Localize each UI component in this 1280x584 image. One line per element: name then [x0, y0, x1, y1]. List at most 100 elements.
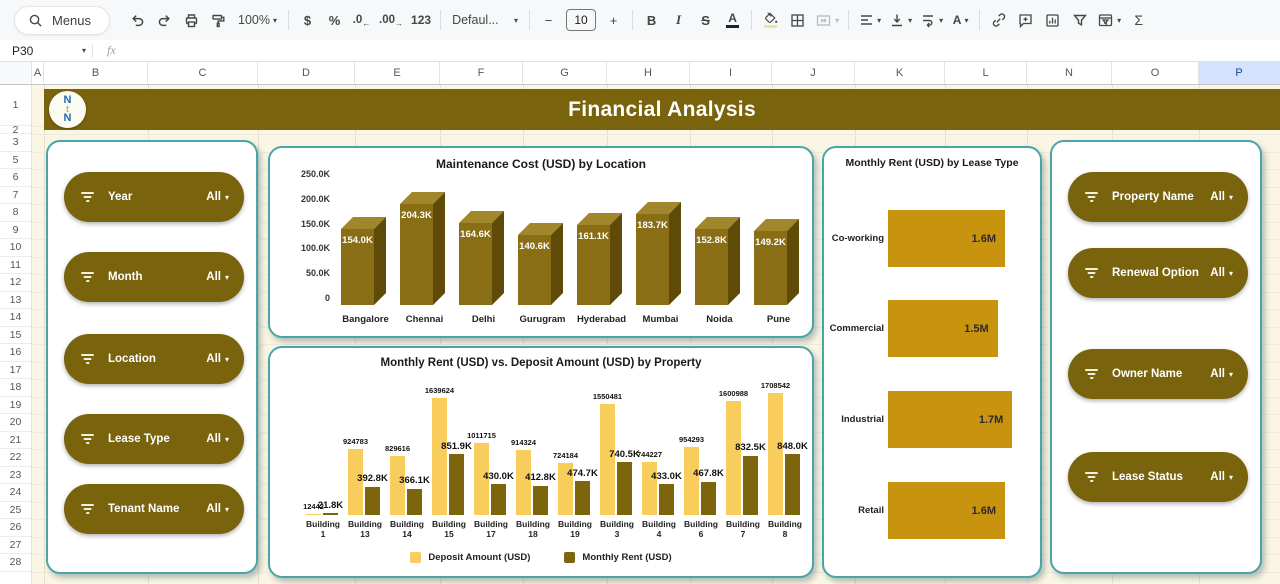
deposit-value-label: 914324 [500, 438, 548, 447]
filter-button-renewal-option[interactable]: Renewal OptionAll▾ [1068, 248, 1248, 298]
row-header-16[interactable]: 16 [0, 344, 31, 362]
align-left-icon [858, 12, 874, 28]
maintenance-cost-chart[interactable]: Maintenance Cost (USD) by Location 250.0… [268, 146, 814, 338]
legend-label: Deposit Amount (USD) [428, 552, 530, 563]
row-header-1[interactable]: 1 [0, 85, 31, 126]
row-header-22[interactable]: 22 [0, 449, 31, 467]
bar-value-label: 1.6M [972, 233, 996, 245]
column-header-g[interactable]: G [523, 62, 607, 84]
row-header-7[interactable]: 7 [0, 187, 31, 205]
increase-decimal-button[interactable]: .00→ [375, 7, 407, 34]
undo-button[interactable] [124, 7, 151, 34]
row-header-27[interactable]: 27 [0, 537, 31, 555]
column-header-f[interactable]: F [440, 62, 523, 84]
filter-button-tenant-name[interactable]: Tenant NameAll▾ [64, 484, 244, 534]
strikethrough-button[interactable]: S [692, 7, 719, 34]
caret-down-icon: ▾ [939, 16, 943, 25]
font-family-selector[interactable]: Defaul...▾ [446, 7, 524, 34]
filter-button-lease-type[interactable]: Lease TypeAll▾ [64, 414, 244, 464]
x-axis-label: Chennai [395, 314, 454, 325]
vertical-align-button[interactable]: ▾ [885, 7, 916, 34]
increase-font-size-button[interactable]: + [600, 7, 627, 34]
menus-search[interactable]: Menus [14, 6, 110, 35]
row-header-14[interactable]: 14 [0, 309, 31, 327]
row-header-3[interactable]: 3 [0, 134, 31, 152]
row-header-13[interactable]: 13 [0, 292, 31, 310]
column-header-l[interactable]: L [945, 62, 1027, 84]
row-header-9[interactable]: 9 [0, 222, 31, 240]
column-header-c[interactable]: C [148, 62, 258, 84]
decrease-decimal-button[interactable]: .0← [348, 7, 375, 34]
paint-format-button[interactable] [205, 7, 232, 34]
decrease-font-size-button[interactable]: − [535, 7, 562, 34]
column-header-e[interactable]: E [355, 62, 440, 84]
column-header-n[interactable]: N [1027, 62, 1112, 84]
format-currency-button[interactable]: $ [294, 7, 321, 34]
fill-color-button[interactable] [757, 7, 784, 34]
merge-cells-button[interactable]: ▾ [811, 7, 843, 34]
filter-views-button[interactable]: ▾ [1093, 7, 1125, 34]
column-header-k[interactable]: K [855, 62, 945, 84]
text-wrap-button[interactable]: ▾ [916, 7, 947, 34]
insert-chart-button[interactable] [1039, 7, 1066, 34]
row-header-21[interactable]: 21 [0, 432, 31, 450]
font-size-input[interactable]: 10 [566, 9, 596, 31]
row-header-2[interactable]: 2 [0, 126, 31, 134]
x-axis-label: Gurugram [513, 314, 572, 325]
column-header-b[interactable]: B [44, 62, 148, 84]
italic-button[interactable]: I [665, 7, 692, 34]
column-header-a[interactable]: A [32, 62, 44, 84]
row-header-24[interactable]: 24 [0, 484, 31, 502]
filter-button-location[interactable]: LocationAll▾ [64, 334, 244, 384]
filter-button-month[interactable]: MonthAll▾ [64, 252, 244, 302]
column-header-j[interactable]: J [772, 62, 855, 84]
bold-button[interactable]: B [638, 7, 665, 34]
borders-button[interactable] [784, 7, 811, 34]
row-header-25[interactable]: 25 [0, 502, 31, 520]
row-header-10[interactable]: 10 [0, 239, 31, 257]
row-header-26[interactable]: 26 [0, 519, 31, 537]
row-header-18[interactable]: 18 [0, 379, 31, 397]
name-box[interactable]: P30 ▾ [0, 44, 92, 58]
paint-format-icon [210, 12, 227, 29]
row-header-6[interactable]: 6 [0, 169, 31, 187]
format-percent-button[interactable]: % [321, 7, 348, 34]
row-header-11[interactable]: 11 [0, 257, 31, 275]
row-header-28[interactable]: 28 [0, 554, 31, 572]
filter-button-property-name[interactable]: Property NameAll▾ [1068, 172, 1248, 222]
row-header-15[interactable]: 15 [0, 327, 31, 345]
filter-button-owner-name[interactable]: Owner NameAll▾ [1068, 349, 1248, 399]
row-header-12[interactable]: 12 [0, 274, 31, 292]
rent-vs-deposit-chart[interactable]: Monthly Rent (USD) vs. Deposit Amount (U… [268, 346, 814, 578]
column-header-i[interactable]: I [690, 62, 772, 84]
row-header-17[interactable]: 17 [0, 362, 31, 380]
column-header-o[interactable]: O [1112, 62, 1199, 84]
filter-button-year[interactable]: YearAll▾ [64, 172, 244, 222]
redo-button[interactable] [151, 7, 178, 34]
insert-link-button[interactable] [985, 7, 1012, 34]
insert-comment-button[interactable] [1012, 7, 1039, 34]
functions-button[interactable]: Σ [1125, 7, 1152, 34]
rent-by-lease-type-chart[interactable]: Monthly Rent (USD) by Lease Type 1.6MCo-… [822, 146, 1042, 578]
spreadsheet-grid[interactable]: N t N Financial Analysis YearAll▾MonthAl… [0, 85, 1280, 584]
print-button[interactable] [178, 7, 205, 34]
row-header-8[interactable]: 8 [0, 204, 31, 222]
bar-side-face [669, 202, 681, 305]
filter-button-lease-status[interactable]: Lease StatusAll▾ [1068, 452, 1248, 502]
zoom-selector[interactable]: 100%▾ [232, 7, 283, 34]
row-header-5[interactable]: 5 [0, 152, 31, 170]
caret-down-icon: ▾ [1229, 473, 1233, 482]
row-header-19[interactable]: 19 [0, 397, 31, 415]
row-header-23[interactable]: 23 [0, 467, 31, 485]
select-all-corner[interactable] [0, 62, 32, 84]
text-color-button[interactable]: A [719, 7, 746, 34]
create-filter-button[interactable] [1066, 7, 1093, 34]
horizontal-align-button[interactable]: ▾ [854, 7, 885, 34]
column-header-p[interactable]: P [1199, 62, 1280, 84]
filter-value: All [1210, 191, 1225, 203]
column-header-h[interactable]: H [607, 62, 690, 84]
more-formats-button[interactable]: 123 [407, 7, 435, 34]
column-header-d[interactable]: D [258, 62, 355, 84]
row-header-20[interactable]: 20 [0, 414, 31, 432]
text-rotation-button[interactable]: A ▾ [947, 7, 974, 34]
